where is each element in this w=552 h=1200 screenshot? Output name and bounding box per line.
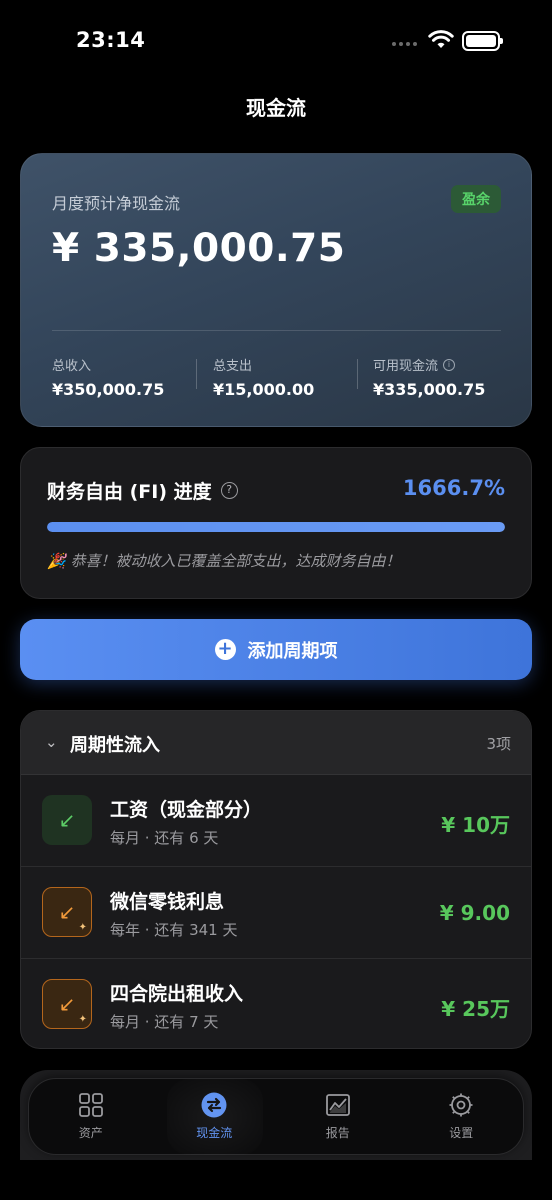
status-bar: 23:14 (0, 0, 552, 80)
item-amount: ¥ 25万 (441, 997, 510, 1021)
list-item[interactable]: ↙ 工资（现金部分） 每月 · 还有 6 天 ¥ 10万 (21, 775, 531, 867)
add-recurring-item-button[interactable]: + 添加周期项 (20, 619, 532, 680)
fi-progress-bar (47, 522, 505, 532)
stat-total-income: 总收入 ¥350,000.75 (52, 355, 164, 399)
summary-label: 月度预计净现金流 (52, 194, 181, 213)
item-schedule: 每年 · 还有 341 天 (110, 921, 238, 939)
fi-title: 财务自由 (FI) 进度 (47, 481, 212, 503)
stat-label: 可用现金流 (373, 359, 439, 374)
grid-icon (78, 1093, 103, 1117)
item-amount: ¥ 9.00 (439, 901, 510, 925)
fi-title-row: 财务自由 (FI) 进度 ? (47, 477, 238, 504)
gear-icon (449, 1093, 473, 1117)
item-name: 工资（现金部分） (110, 799, 263, 821)
item-name: 微信零钱利息 (110, 891, 225, 913)
tab-label: 设置 (449, 1126, 474, 1140)
sparkle-icon: ✦ (78, 1014, 87, 1025)
fi-percent: 1666.7% (402, 476, 505, 500)
tab-settings[interactable]: 设置 (400, 1079, 524, 1154)
cellular-signal-icon (392, 42, 417, 46)
divider (196, 359, 197, 389)
status-time: 23:14 (76, 28, 146, 52)
arrow-down-left-icon: ↙ (42, 795, 92, 845)
page-title: 现金流 (246, 96, 306, 120)
divider (357, 359, 358, 389)
surplus-badge: 盈余 (451, 185, 501, 213)
tab-label: 报告 (325, 1126, 350, 1140)
tab-label: 资产 (78, 1126, 103, 1140)
item-name: 四合院出租收入 (110, 983, 244, 1005)
stat-available-cashflow[interactable]: 可用现金流 i ¥335,000.75 (373, 355, 485, 399)
item-amount: ¥ 10万 (441, 813, 510, 837)
add-button-label: 添加周期项 (247, 640, 338, 662)
tab-cashflow[interactable]: 现金流 (153, 1079, 277, 1155)
cashflow-summary-card: 月度预计净现金流 盈余 ¥ 335,000.75 总收入 ¥350,000.75… (20, 153, 532, 427)
stat-value: ¥335,000.75 (373, 380, 486, 399)
section-header[interactable]: ⌄ 周期性流入 3项 (21, 711, 531, 775)
divider (52, 330, 501, 331)
stat-value: ¥15,000.00 (213, 380, 315, 399)
section-count: 3项 (486, 735, 511, 753)
sparkle-icon: ✦ (78, 922, 87, 933)
item-schedule: 每月 · 还有 6 天 (110, 829, 219, 847)
stat-label-row: 可用现金流 i (373, 355, 485, 374)
tab-assets[interactable]: 资产 (29, 1079, 153, 1154)
tab-bar: 资产 现金流 报告 设置 (28, 1078, 524, 1155)
arrow-down-left-sparkle-icon: ↙ ✦ (42, 979, 92, 1029)
stat-total-expense: 总支出 ¥15,000.00 (213, 355, 314, 399)
tab-label: 现金流 (196, 1126, 233, 1140)
stat-value: ¥350,000.75 (52, 380, 165, 399)
item-schedule: 每月 · 还有 7 天 (110, 1013, 219, 1031)
chart-icon (325, 1094, 350, 1116)
net-cashflow-amount: ¥ 335,000.75 (52, 226, 346, 271)
recurring-inflows-section: ⌄ 周期性流入 3项 ↙ 工资（现金部分） 每月 · 还有 6 天 ¥ 10万 … (20, 710, 532, 1049)
chevron-down-icon: ⌄ (45, 733, 58, 751)
list-item[interactable]: ↙ ✦ 四合院出租收入 每月 · 还有 7 天 ¥ 25万 (21, 959, 531, 1048)
help-icon[interactable]: ? (220, 482, 238, 499)
stat-label: 总收入 (52, 359, 92, 374)
fi-progress-fill (47, 522, 505, 532)
arrow-down-left-sparkle-icon: ↙ ✦ (42, 887, 92, 937)
stat-label: 总支出 (213, 359, 253, 374)
tab-reports[interactable]: 报告 (276, 1079, 400, 1154)
info-icon[interactable]: i (443, 358, 456, 371)
plus-icon: + (214, 639, 236, 660)
list-item[interactable]: ↙ ✦ 微信零钱利息 每年 · 还有 341 天 ¥ 9.00 (21, 867, 531, 959)
exchange-icon (201, 1092, 227, 1118)
section-title: 周期性流入 (70, 735, 160, 756)
fi-message: 🎉 恭喜！被动收入已覆盖全部支出，达成财务自由！ (47, 552, 401, 570)
wifi-icon (428, 30, 454, 48)
fi-progress-card: 财务自由 (FI) 进度 ? 1666.7% 🎉 恭喜！被动收入已覆盖全部支出，… (20, 447, 532, 599)
battery-icon (462, 31, 503, 51)
